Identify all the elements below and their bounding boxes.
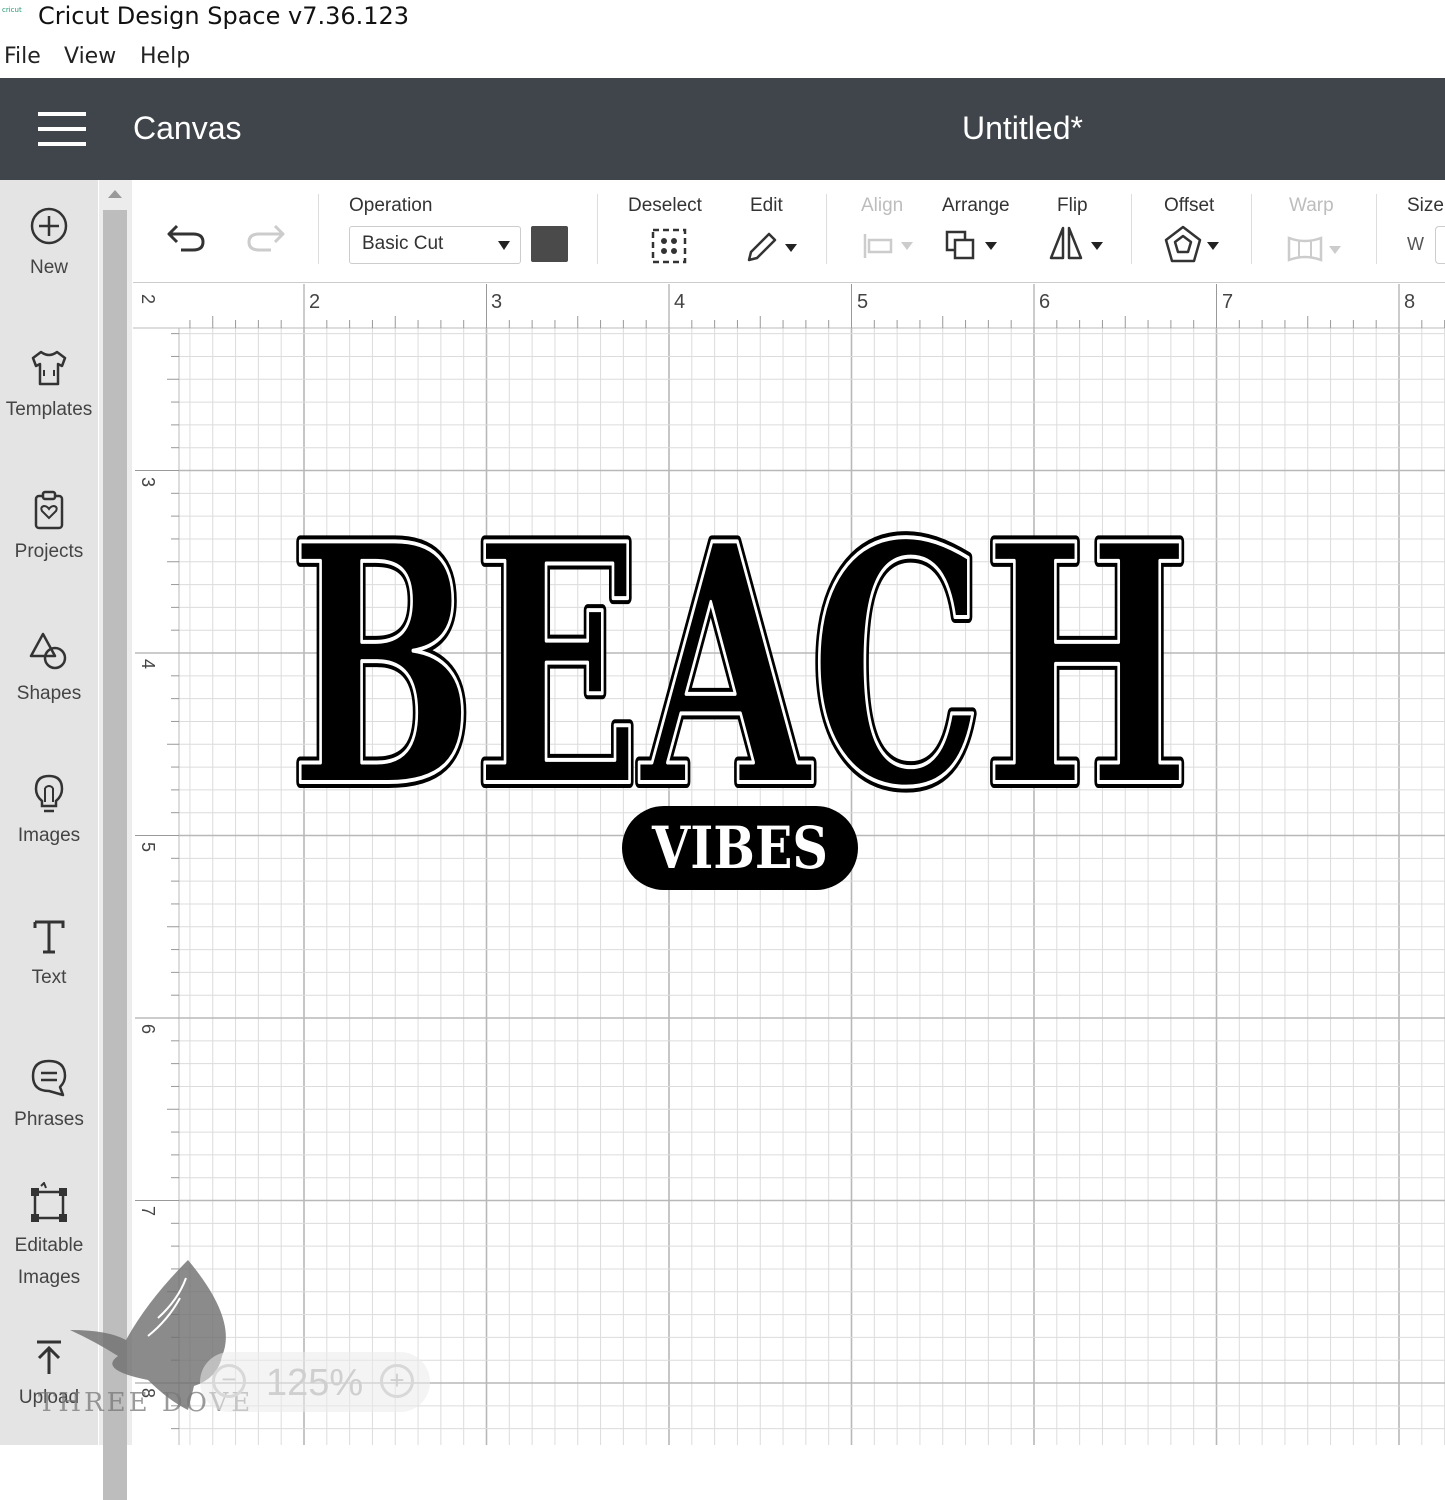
size-label: Size: [1407, 195, 1444, 216]
ruler-h-label: 3: [491, 291, 502, 313]
zoom-out-button[interactable]: −: [212, 1364, 246, 1398]
editable-images-icon: [31, 1182, 67, 1222]
ruler-h-label: 6: [1039, 291, 1050, 313]
scroll-up-arrow-icon[interactable]: [108, 190, 122, 198]
ruler-v-label: 6: [138, 1024, 158, 1034]
left-sidebar: New Templates Projects Shapes Images Tex…: [0, 180, 98, 1445]
sidebar-item-new[interactable]: New: [0, 204, 98, 284]
align-label: Align: [861, 195, 904, 216]
offset-icon[interactable]: [1163, 224, 1223, 266]
operation-select[interactable]: Basic Cut: [349, 226, 521, 264]
ruler-h-label: 8: [1404, 291, 1415, 313]
shapes-icon: [29, 632, 67, 670]
sidebar-label-new: New: [29, 257, 68, 278]
speech-bubble-icon: [31, 1059, 67, 1097]
edit-label: Edit: [750, 195, 783, 216]
operation-value: Basic Cut: [362, 233, 444, 254]
flip-icon[interactable]: [1047, 224, 1107, 264]
sidebar-label-projects: Projects: [14, 541, 84, 562]
ruler-h-label: 7: [1222, 291, 1233, 313]
sidebar-item-projects[interactable]: Projects: [0, 488, 98, 568]
menu-view[interactable]: View: [64, 44, 116, 69]
align-icon[interactable]: [859, 228, 919, 264]
lightbulb-icon: [34, 774, 64, 813]
page-title: Canvas: [133, 110, 242, 146]
sidebar-label-editable-line1: Editable: [14, 1235, 84, 1256]
hamburger-menu-icon[interactable]: [38, 112, 86, 148]
sidebar-item-templates[interactable]: Templates: [0, 346, 98, 426]
menu-help[interactable]: Help: [140, 44, 190, 69]
menu-file[interactable]: File: [4, 44, 41, 69]
deselect-label: Deselect: [628, 195, 702, 216]
size-width-input[interactable]: [1435, 226, 1445, 264]
warp-icon[interactable]: [1285, 232, 1345, 266]
ruler-v-label: 4: [138, 659, 158, 669]
sidebar-label-text: Text: [31, 967, 67, 988]
operation-label: Operation: [349, 195, 433, 216]
menu-bar: File View Help: [0, 40, 1445, 74]
plus-circle-icon: [30, 207, 68, 245]
sidebar-label-shapes: Shapes: [16, 683, 82, 704]
zoom-control: − 125% +: [200, 1352, 430, 1412]
undo-icon[interactable]: [163, 218, 213, 258]
app-title: Cricut Design Space v7.36.123: [38, 2, 410, 30]
warp-label: Warp: [1289, 195, 1334, 216]
design-sub-word: VIBES: [651, 814, 828, 882]
tshirt-icon: [31, 350, 67, 386]
pencil-icon[interactable]: [743, 226, 803, 266]
sidebar-item-text[interactable]: Text: [0, 914, 98, 994]
sidebar-item-images[interactable]: Images: [0, 772, 98, 852]
ruler-h-label: 2: [309, 291, 320, 313]
title-bar: cricut Cricut Design Space v7.36.123: [0, 0, 1445, 34]
sidebar-label-templates: Templates: [5, 399, 93, 420]
document-title[interactable]: Untitled*: [962, 110, 1083, 147]
size-width-label: W: [1407, 234, 1424, 254]
chevron-down-icon: [498, 241, 510, 250]
ruler-h-label: 5: [857, 291, 868, 313]
ruler-v-label: 3: [138, 477, 158, 487]
ruler-h-label: 4: [674, 291, 685, 313]
offset-label: Offset: [1164, 195, 1215, 216]
redo-icon[interactable]: [239, 218, 289, 258]
flip-label: Flip: [1057, 195, 1088, 216]
sidebar-scrollbar[interactable]: [99, 180, 132, 1500]
operation-color-swatch[interactable]: [531, 226, 568, 262]
ruler-v-label: 5: [138, 842, 158, 852]
deselect-icon[interactable]: [649, 226, 689, 266]
edit-toolbar: Operation Basic Cut Deselect Edit Align …: [133, 180, 1445, 280]
text-icon: [33, 920, 65, 954]
project-icon: [34, 490, 64, 530]
canvas-grid: 2 3 4 5 6 7 8 2 3 4 5 6 7 8 BEACH BEACH …: [133, 282, 1445, 1445]
ruler-v-label: 2: [138, 294, 158, 304]
sidebar-item-phrases[interactable]: Phrases: [0, 1056, 98, 1136]
arrange-label: Arrange: [942, 195, 1010, 216]
design-main-word-outline: BEACH: [290, 472, 1190, 860]
beach-vibes-design[interactable]: BEACH BEACH VIBES: [284, 466, 1196, 890]
cricut-logo: cricut: [2, 6, 22, 14]
app-header: Canvas Untitled*: [0, 78, 1445, 180]
arrange-icon[interactable]: [943, 226, 1003, 266]
sidebar-label-phrases: Phrases: [14, 1109, 84, 1130]
ruler-v-label: 7: [138, 1206, 158, 1216]
design-canvas[interactable]: 2 3 4 5 6 7 8 2 3 4 5 6 7 8 BEACH BEACH …: [133, 282, 1445, 1445]
sidebar-item-shapes[interactable]: Shapes: [0, 630, 98, 710]
sidebar-label-images: Images: [17, 825, 81, 846]
zoom-in-button[interactable]: +: [380, 1364, 414, 1398]
zoom-level: 125%: [266, 1362, 364, 1404]
